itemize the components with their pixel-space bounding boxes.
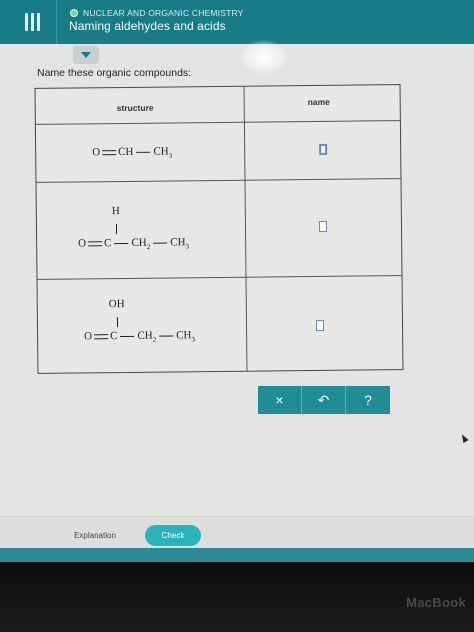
- group-ch3: CH: [170, 236, 186, 249]
- double-bond: [102, 150, 117, 156]
- hamburger-menu-icon[interactable]: [22, 13, 42, 31]
- name-cell: [246, 275, 404, 372]
- undo-button[interactable]: ↶: [302, 386, 346, 414]
- clear-button[interactable]: ×: [258, 386, 302, 414]
- single-bond: [159, 335, 174, 337]
- header-name: name: [307, 96, 330, 108]
- bottom-strip: [0, 548, 474, 562]
- page-title: Naming aldehydes and acids: [69, 19, 226, 33]
- table-row: H O C CH2 CH3: [36, 180, 245, 279]
- header-structure: structure: [116, 102, 154, 114]
- table-row: OH O C CH2 CH3: [38, 277, 247, 374]
- subscript: 2: [152, 335, 157, 344]
- check-button[interactable]: Check: [145, 525, 201, 546]
- screen-glare: [240, 40, 288, 74]
- table-row: O CH CH3: [36, 122, 245, 182]
- atom-c: C: [110, 330, 118, 343]
- single-bond: [136, 151, 151, 153]
- vertical-bond: [116, 317, 119, 328]
- topic-row: NUCLEAR AND ORGANIC CHEMISTRY: [70, 7, 244, 19]
- collapse-button[interactable]: [73, 46, 99, 64]
- single-bond: [153, 242, 168, 244]
- topic-label: NUCLEAR AND ORGANIC CHEMISTRY: [83, 8, 244, 18]
- atom-o: O: [78, 237, 87, 250]
- atom-o: O: [92, 146, 101, 159]
- structure-formula-2: O C CH2 CH3: [78, 236, 189, 251]
- single-bond: [114, 242, 129, 245]
- header-divider: [56, 0, 57, 44]
- double-bond: [94, 334, 109, 340]
- header-bar: NUCLEAR AND ORGANIC CHEMISTRY Naming ald…: [0, 0, 474, 44]
- group-ch: CH: [118, 145, 134, 159]
- vertical-bond: [115, 224, 118, 235]
- substituent-h: H: [111, 205, 120, 218]
- name-input-3[interactable]: [315, 319, 325, 331]
- laptop-bezel: MacBook: [0, 562, 474, 632]
- double-bond: [88, 241, 103, 247]
- subscript: 3: [185, 242, 190, 251]
- help-button[interactable]: ?: [346, 386, 390, 414]
- name-input-1[interactable]: [319, 143, 328, 155]
- structure-formula-3: O C CH2 CH3: [84, 329, 195, 344]
- app-screen: NUCLEAR AND ORGANIC CHEMISTRY Naming ald…: [0, 0, 474, 562]
- structure-formula-1: O CH CH3: [92, 145, 172, 160]
- atom-o: O: [84, 330, 93, 343]
- single-bond: [120, 335, 135, 338]
- subscript: 3: [168, 151, 173, 160]
- group-ch2: CH: [137, 329, 153, 342]
- action-toolbar: × ↶ ?: [258, 386, 390, 414]
- brand-label: MacBook: [406, 595, 466, 610]
- question-prompt: Name these organic compounds:: [37, 67, 192, 79]
- atom-c: C: [104, 237, 112, 250]
- status-dot-icon: [70, 9, 78, 17]
- group-ch2: CH: [131, 236, 147, 249]
- substituent-oh: OH: [108, 297, 125, 311]
- subscript: 2: [146, 242, 151, 251]
- explanation-button[interactable]: Explanation: [55, 525, 135, 545]
- name-cell: [244, 178, 402, 277]
- chevron-down-icon: [81, 52, 91, 58]
- group-ch3: CH: [153, 145, 169, 158]
- group-ch3: CH: [176, 329, 192, 342]
- compounds-table: structure name OCHCH3 H OCCH2CH3 OH: [34, 84, 404, 374]
- subscript: 3: [191, 335, 196, 344]
- name-cell: [244, 120, 402, 180]
- mouse-cursor-icon: [459, 433, 469, 443]
- name-input-2[interactable]: [318, 220, 328, 232]
